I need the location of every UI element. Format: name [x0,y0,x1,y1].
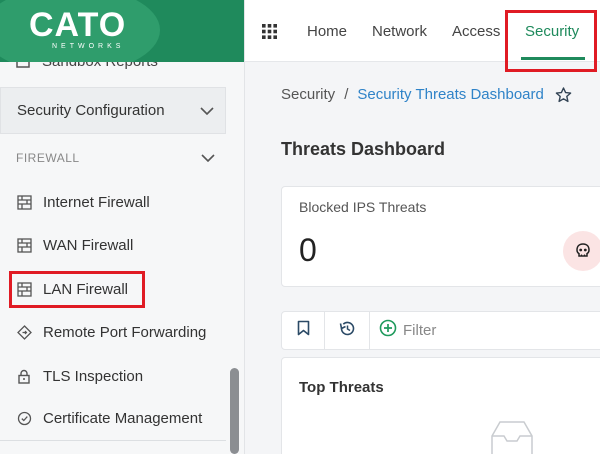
logo[interactable]: CATO [29,6,126,45]
sidebar-item-certificate-management[interactable]: Certificate Management [16,407,202,429]
sidebar-item-wan-firewall[interactable]: WAN Firewall [16,234,133,256]
star-icon[interactable] [555,86,572,103]
security-configuration-header[interactable]: Security Configuration [0,87,226,134]
firewall-group-header[interactable]: FIREWALL [0,146,226,170]
bookmark-button[interactable] [282,312,324,349]
top-navigation: Home Network Access Security [245,0,600,72]
history-icon [338,320,356,342]
chevron-down-icon [190,154,226,162]
sidebar-item-internet-firewall[interactable]: Internet Firewall [16,191,150,213]
empty-inbox-icon [482,418,542,454]
lock-icon [16,368,32,384]
filter-label: Filter [403,322,437,339]
card-title: Top Threats [299,379,384,396]
highlight-box-lan-firewall [9,271,145,308]
tab-home[interactable]: Home [307,23,347,40]
tab-access[interactable]: Access [452,23,500,40]
skull-icon [563,231,600,271]
card-title: Blocked IPS Threats [299,199,427,215]
badge-check-icon [16,410,32,426]
tab-network[interactable]: Network [372,23,427,40]
page-title: Threats Dashboard [281,139,446,159]
app-grid-icon[interactable] [262,24,277,44]
diamond-arrow-icon [16,324,32,340]
breadcrumb-separator: / [344,86,349,103]
sidebar-item-tls-inspection[interactable]: TLS Inspection [16,365,143,387]
chevron-down-icon [189,106,225,115]
highlight-box-security-tab [505,10,597,72]
sidebar: Sandbox Reports CATO NETWORKS Security C… [0,0,245,454]
add-circle-icon [379,319,397,342]
firewall-icon [16,237,32,253]
logo-tagline: NETWORKS [52,43,125,50]
firewall-icon [16,194,32,210]
filter-button[interactable]: Filter [379,312,449,349]
sidebar-scrollbar[interactable] [230,368,239,454]
sidebar-item-remote-port-forwarding[interactable]: Remote Port Forwarding [16,321,206,343]
blocked-ips-threats-card[interactable]: Blocked IPS Threats 0 [281,186,600,287]
toolbar: Filter [281,311,600,350]
breadcrumb-security[interactable]: Security [281,86,335,103]
blocked-ips-count: 0 [299,232,317,268]
bookmark-icon [297,320,310,341]
logo-bar: CATO NETWORKS [0,0,244,62]
history-button[interactable] [325,312,369,349]
top-threats-card: Top Threats [281,357,600,454]
breadcrumb: Security / Security Threats Dashboard [281,86,572,103]
breadcrumb-current[interactable]: Security Threats Dashboard [357,86,543,103]
